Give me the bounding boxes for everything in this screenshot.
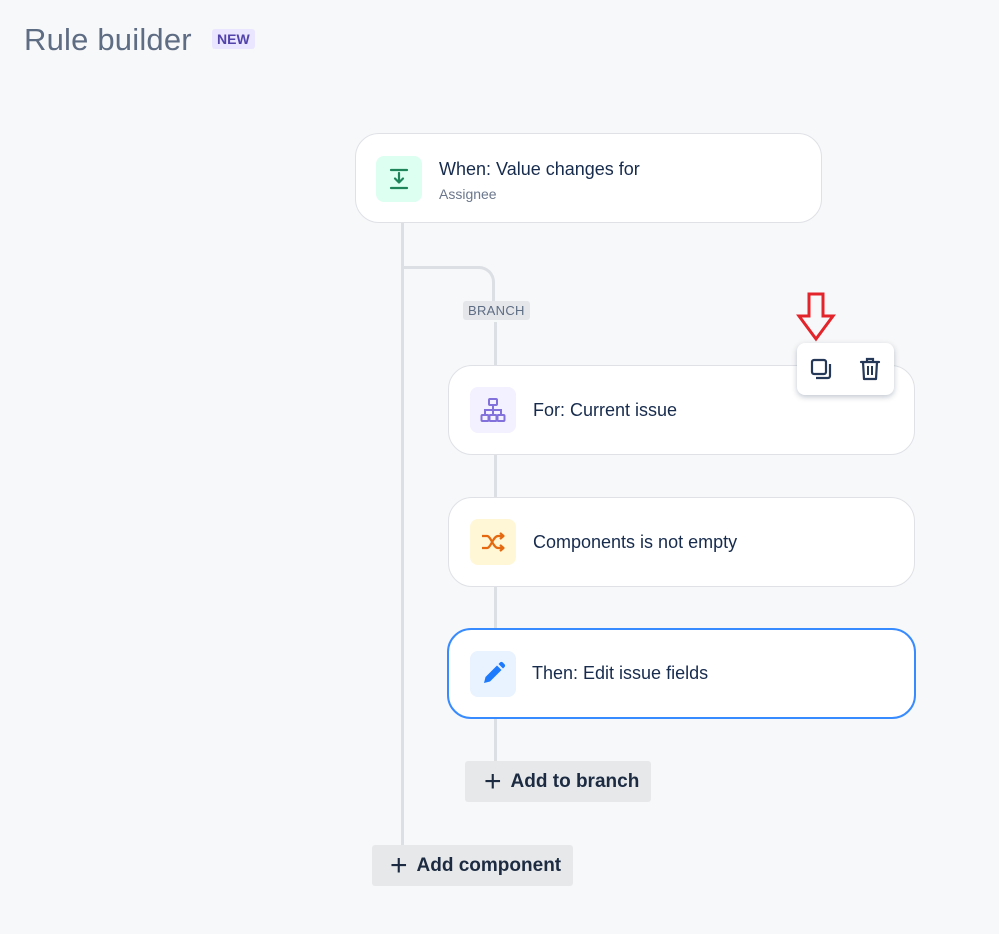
branch-connector-4: [494, 718, 497, 762]
new-badge: NEW: [212, 29, 255, 49]
add-to-branch-button[interactable]: + Add to branch: [465, 761, 651, 802]
main-connector: [401, 222, 404, 846]
shuffle-icon: [482, 532, 505, 552]
branch-connector-curve: [401, 266, 495, 306]
page-title: Rule builder: [24, 22, 192, 57]
branch-label: BRANCH: [463, 301, 530, 320]
download-arrow-icon: [389, 168, 409, 190]
copy-icon: [811, 358, 832, 380]
plus-icon: +: [390, 848, 408, 882]
trigger-icon-box: [376, 156, 422, 202]
branch-connector-3: [494, 586, 497, 629]
plus-icon: +: [484, 764, 502, 798]
action-icon-box: [470, 651, 516, 697]
add-component-label: Add component: [416, 854, 562, 876]
action-card[interactable]: Then: Edit issue fields: [447, 628, 916, 719]
branch-connector-2: [494, 454, 497, 498]
pencil-icon: [484, 661, 506, 683]
delete-button[interactable]: [855, 354, 885, 384]
card-toolbar: [797, 343, 894, 395]
trigger-subtitle: Assignee: [439, 186, 497, 202]
add-component-button[interactable]: + Add component: [372, 845, 573, 886]
condition-icon-box: [470, 519, 516, 565]
action-title: Then: Edit issue fields: [532, 663, 709, 683]
branch-for-title: For: Current issue: [533, 400, 678, 420]
add-to-branch-label: Add to branch: [510, 770, 640, 792]
branch-for-icon-box: [470, 387, 516, 433]
trash-icon: [859, 357, 880, 381]
branch-connector-1: [494, 322, 497, 366]
trigger-card[interactable]: When: Value changes for Assignee: [355, 133, 822, 223]
red-down-arrow-icon: [796, 292, 836, 342]
condition-card[interactable]: Components is not empty: [448, 497, 915, 587]
condition-title: Components is not empty: [533, 532, 738, 552]
copy-button[interactable]: [806, 354, 836, 384]
trigger-title: When: Value changes for: [439, 159, 640, 179]
hierarchy-icon: [480, 398, 506, 422]
